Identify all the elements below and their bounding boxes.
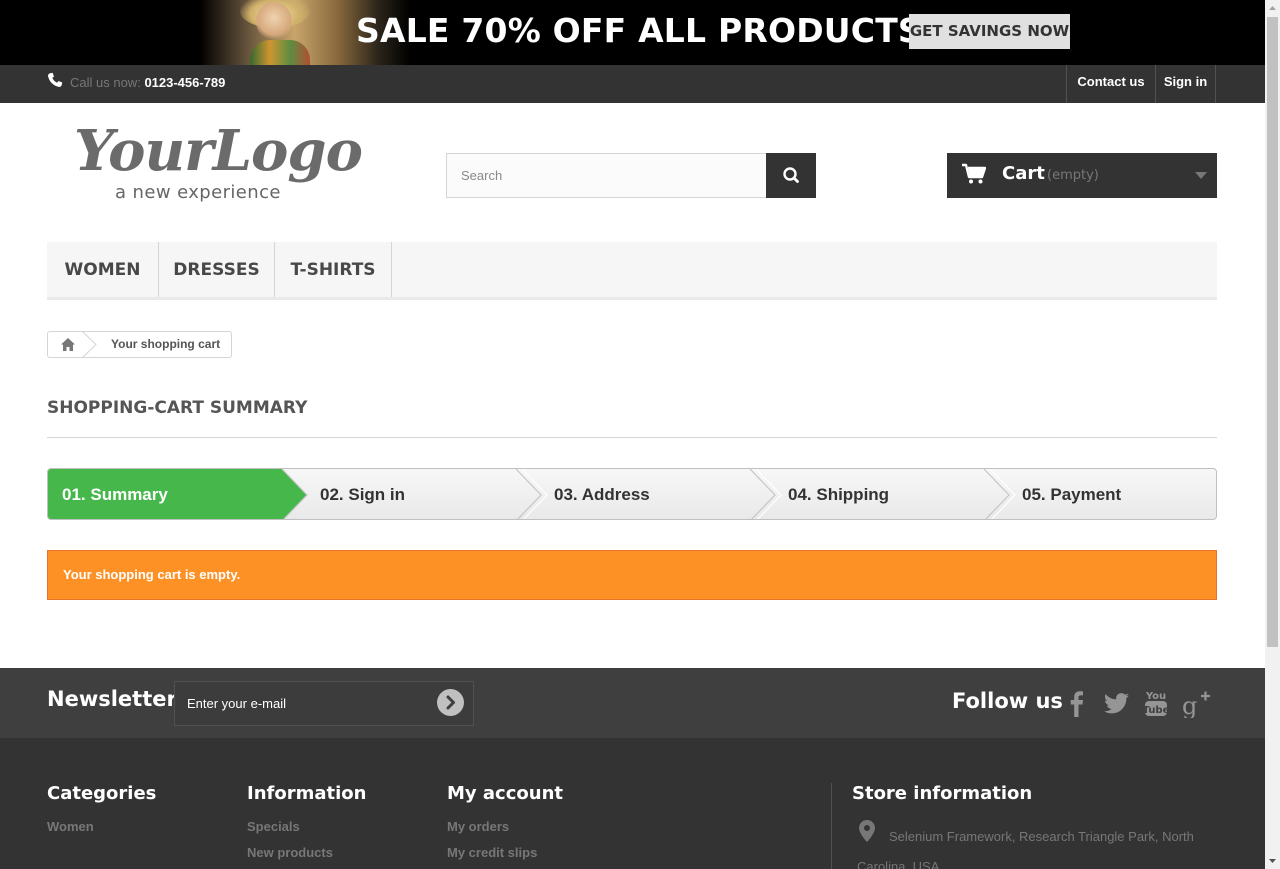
vertical-scrollbar[interactable] <box>1265 0 1280 869</box>
breadcrumb-separator <box>82 331 97 358</box>
page: SALE 70% OFF ALL PRODUCTS GET SAVINGS NO… <box>0 0 1265 869</box>
promo-banner[interactable]: SALE 70% OFF ALL PRODUCTS GET SAVINGS NO… <box>0 0 1265 65</box>
google-plus-icon[interactable]: g <box>1181 688 1211 718</box>
phone-icon <box>48 72 63 87</box>
checkout-steps: 01. Summary 02. Sign in 03. Address 04. … <box>47 468 1217 520</box>
empty-cart-alert: Your shopping cart is empty. <box>47 550 1217 600</box>
call-label: Call us now: <box>70 75 141 90</box>
breadcrumb-current: Your shopping cart <box>111 337 221 351</box>
shopping-cart-icon <box>962 163 986 184</box>
banner-headline: SALE 70% OFF ALL PRODUCTS <box>356 11 922 50</box>
breadcrumb: Your shopping cart <box>47 331 232 358</box>
chevron-right-icon <box>446 695 455 710</box>
svg-text:Tube: Tube <box>1143 705 1170 716</box>
step-payment[interactable]: 05. Payment <box>1022 485 1121 505</box>
footer-my-account-title: My account <box>447 783 563 804</box>
step-address[interactable]: 03. Address <box>554 485 650 505</box>
footer-information-title: Information <box>247 783 367 804</box>
contact-us-link[interactable]: Contact us <box>1066 65 1155 103</box>
main-menu: WOMEN DRESSES T-SHIRTS <box>47 242 1217 300</box>
footer-categories-title: Categories <box>47 783 157 804</box>
footer-divider <box>831 783 832 869</box>
newsletter-email-input[interactable] <box>174 681 474 726</box>
store-address: Selenium Framework, Research Triangle Pa… <box>857 829 1194 869</box>
step-sign-in[interactable]: 02. Sign in <box>320 485 405 505</box>
newsletter-submit-button[interactable] <box>437 689 464 716</box>
get-savings-button[interactable]: GET SAVINGS NOW <box>909 14 1070 49</box>
phone-number: 0123-456-789 <box>144 75 226 90</box>
footer-link-my-orders[interactable]: My orders <box>447 819 509 834</box>
menu-item-t-shirts[interactable]: T-SHIRTS <box>275 242 392 297</box>
heading-divider <box>47 437 1217 438</box>
svg-text:You: You <box>1145 691 1166 702</box>
scroll-up-arrow-icon[interactable] <box>1265 0 1280 17</box>
search-button[interactable] <box>766 153 816 198</box>
logo-tagline: a new experience <box>115 182 281 203</box>
footer-link-specials[interactable]: Specials <box>247 819 300 834</box>
step-shipping[interactable]: 04. Shipping <box>788 485 889 505</box>
site-logo[interactable]: YourLogo a new experience <box>70 118 363 210</box>
follow-us-title: Follow us <box>952 689 1063 713</box>
cart-label: Cart <box>1002 163 1045 184</box>
newsletter-title: Newsletter <box>47 687 177 711</box>
chevron-down-icon <box>1195 172 1207 179</box>
menu-item-dresses[interactable]: DRESSES <box>159 242 275 297</box>
menu-item-women[interactable]: WOMEN <box>47 242 159 297</box>
search-icon <box>783 167 799 183</box>
cart-button[interactable]: Cart (empty) <box>947 153 1217 198</box>
scroll-down-arrow-icon[interactable] <box>1265 852 1280 869</box>
sign-in-link[interactable]: Sign in <box>1155 65 1216 103</box>
step-summary[interactable]: 01. Summary <box>62 485 168 505</box>
footer-link-women[interactable]: Women <box>47 819 94 834</box>
footer-link-my-credit-slips[interactable]: My credit slips <box>447 845 537 860</box>
facebook-icon[interactable] <box>1062 688 1092 718</box>
youtube-icon[interactable]: You Tube <box>1141 688 1171 718</box>
logo-wordmark: YourLogo <box>74 118 363 184</box>
cart-status: (empty) <box>1047 168 1099 183</box>
footer-link-new-products[interactable]: New products <box>247 845 333 860</box>
search-input[interactable] <box>446 153 767 198</box>
footer-store-title: Store information <box>852 783 1033 804</box>
call-us-text: Call us now: 0123-456-789 <box>70 75 225 90</box>
twitter-icon[interactable] <box>1101 688 1131 718</box>
page-title: SHOPPING-CART SUMMARY <box>47 398 308 418</box>
svg-text:g: g <box>1182 692 1197 718</box>
scrollbar-thumb[interactable] <box>1267 17 1278 647</box>
